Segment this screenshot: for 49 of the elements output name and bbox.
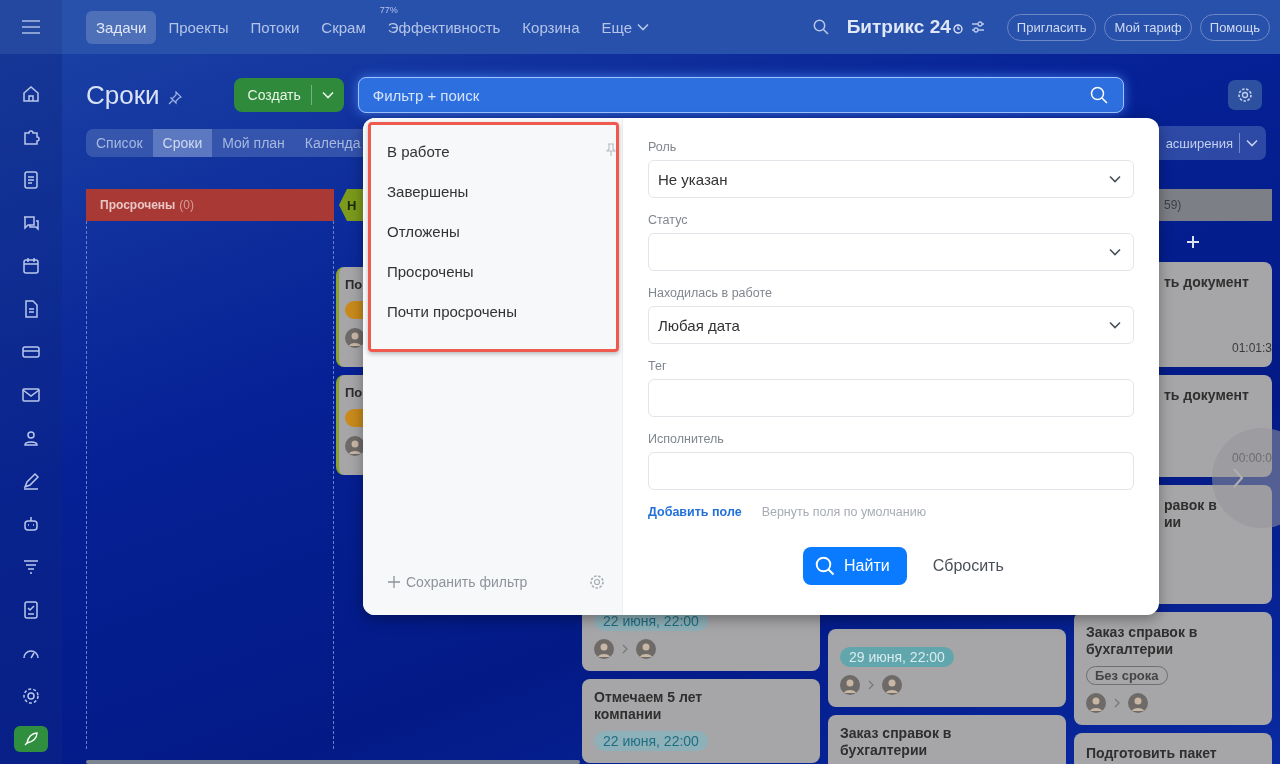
card-title: Подготовить пакет	[1086, 745, 1217, 762]
create-button[interactable]: Создать	[233, 78, 344, 112]
preset-item[interactable]: Просрочены	[387, 263, 474, 283]
search-field[interactable]: Фильтр + поиск	[357, 77, 1124, 113]
view-tab[interactable]: Сроки	[152, 129, 213, 157]
card-title: Заказ справок в бухгалтерии	[840, 725, 953, 759]
save-filter-button[interactable]: Сохранить фильтр	[388, 574, 528, 590]
column-title: Просрочены	[100, 198, 176, 212]
field-label: Статус	[648, 213, 689, 227]
nav-tab[interactable]: Корзина	[512, 10, 590, 44]
task-card[interactable]: Отмечаем 5 лет компании 22 июня, 22:00	[582, 679, 820, 763]
preset-item[interactable]: В работе	[387, 143, 450, 163]
card-title: Заказ справок в бухгалтерии	[1086, 624, 1199, 658]
column-count: (0)	[179, 198, 194, 212]
preset-item[interactable]: Отложены	[387, 223, 460, 243]
task-card[interactable]: Заказ справок в бухгалтерии Без срока	[1074, 612, 1272, 725]
card-title: По	[345, 385, 364, 400]
page-title: Сроки	[86, 79, 160, 111]
field-label: Тег	[648, 359, 668, 373]
card-title: ть документ	[1164, 274, 1250, 291]
view-tab[interactable]: Мой план	[212, 129, 295, 157]
percent-label: 77%	[379, 4, 398, 15]
select-field[interactable]: Любая дата	[648, 306, 1134, 344]
field-label: Находилась в работе	[648, 286, 773, 300]
nav-tab[interactable]: Еще	[591, 10, 659, 44]
view-tab[interactable]: Список	[86, 129, 153, 157]
timer-label: 01:01:3	[1231, 341, 1272, 355]
view-tab[interactable]: Календа	[294, 129, 371, 157]
select-field[interactable]: Не указан	[648, 160, 1134, 198]
nav-tab[interactable]: Проекты	[158, 10, 239, 44]
reset-button[interactable]: Сбросить	[932, 557, 1004, 575]
card-title: Отмечаем 5 лет компании	[594, 689, 704, 723]
deadline-badge: 22 июня, 22:00	[594, 731, 708, 751]
task-card[interactable]: Подготовить пакет	[1074, 733, 1272, 764]
nav-tab[interactable]: Скрам	[311, 10, 376, 44]
field-label: Исполнитель	[648, 432, 725, 446]
column-count: 59)	[1164, 198, 1182, 212]
field-label: Роль	[648, 140, 678, 154]
add-field-link[interactable]: Добавить поле	[648, 505, 742, 519]
preset-item[interactable]: Почти просрочены	[387, 303, 517, 323]
task-card[interactable]: Заказ справок в бухгалтерии	[828, 715, 1066, 764]
nav-tab[interactable]: Задачи	[86, 10, 157, 44]
logo: Битрикс 24	[846, 16, 951, 38]
nav-tab[interactable]: Потоки	[240, 10, 310, 44]
deadline-badge: 29 июня, 22:00	[840, 647, 954, 667]
find-button[interactable]: Найти	[803, 547, 907, 585]
card-title: По	[345, 277, 364, 292]
card-title: ть документ	[1164, 387, 1250, 404]
card-title: равок в ии	[1164, 497, 1218, 531]
